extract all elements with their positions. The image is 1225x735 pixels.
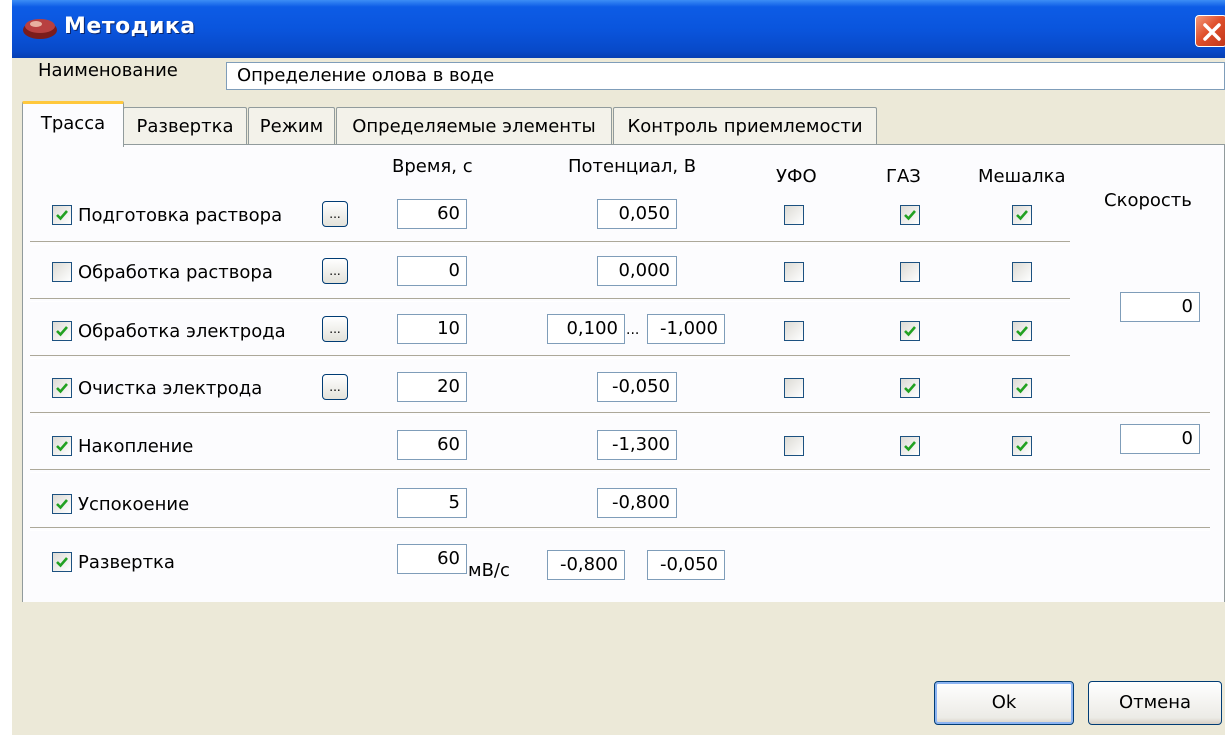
row-enable-checkbox[interactable] <box>52 205 72 225</box>
close-button[interactable] <box>1195 15 1225 47</box>
tab-sweep[interactable]: Развертка <box>123 107 247 145</box>
row-divider <box>30 241 1070 245</box>
potential-field[interactable]: 0,050 <box>597 199 677 229</box>
check-icon <box>56 210 68 221</box>
header-gas: ГАЗ <box>886 166 921 187</box>
potential-to-field[interactable]: -1,000 <box>647 314 725 344</box>
stirrer-checkbox[interactable] <box>1012 436 1032 456</box>
header-time: Время, с <box>392 156 473 177</box>
potential-from-field[interactable]: 0,100 <box>547 314 625 344</box>
row-enable-checkbox[interactable] <box>52 436 72 456</box>
row-label: Подготовка раствора <box>78 205 283 226</box>
gas-checkbox[interactable] <box>900 262 920 282</box>
header-potential: Потенциал, В <box>568 156 697 177</box>
tab-mode[interactable]: Режим <box>248 107 335 145</box>
potential-field[interactable]: 0,000 <box>597 256 677 286</box>
check-icon <box>904 326 916 337</box>
speed-field[interactable]: 0 <box>1120 424 1200 454</box>
time-field[interactable]: 60 <box>397 430 467 460</box>
ufo-checkbox[interactable] <box>784 262 804 282</box>
time-field[interactable]: 10 <box>397 314 467 344</box>
potential-field[interactable]: -1,300 <box>597 430 677 460</box>
methodology-dialog: Методика Наименование Определение олова … <box>12 0 1225 735</box>
time-field[interactable]: 60 <box>397 199 467 229</box>
potential-to-field[interactable]: -0,050 <box>647 550 725 580</box>
check-icon <box>1016 210 1028 221</box>
time-field[interactable]: 5 <box>397 488 467 518</box>
gas-checkbox[interactable] <box>900 321 920 341</box>
row-label: Обработка раствора <box>78 262 273 283</box>
options-button[interactable]: ... <box>322 316 348 342</box>
gas-checkbox[interactable] <box>900 205 920 225</box>
stirrer-checkbox[interactable] <box>1012 262 1032 282</box>
check-icon <box>1016 441 1028 452</box>
row-enable-checkbox[interactable] <box>52 262 72 282</box>
ufo-checkbox[interactable] <box>784 436 804 456</box>
check-icon <box>904 210 916 221</box>
time-field[interactable]: 0 <box>397 256 467 286</box>
header-stirrer: Мешалка <box>978 166 1066 187</box>
header-ufo: УФО <box>776 166 817 187</box>
stirrer-checkbox[interactable] <box>1012 205 1032 225</box>
tab-elements[interactable]: Определяемые элементы <box>336 107 612 145</box>
name-field[interactable]: Определение олова в воде <box>226 62 1225 90</box>
sweep-rate-unit: мВ/с <box>468 560 510 581</box>
row-divider <box>30 298 1070 302</box>
check-icon <box>904 441 916 452</box>
window-title: Методика <box>64 14 196 39</box>
row-enable-checkbox[interactable] <box>52 378 72 398</box>
row-label: Обработка электрода <box>78 321 286 342</box>
check-icon <box>56 326 68 337</box>
ufo-checkbox[interactable] <box>784 321 804 341</box>
sweep-rate-field[interactable]: 60 <box>397 544 467 574</box>
potential-field[interactable]: -0,050 <box>597 372 677 402</box>
check-icon <box>1016 383 1028 394</box>
check-icon <box>56 557 68 568</box>
stirrer-checkbox[interactable] <box>1012 321 1032 341</box>
time-field[interactable]: 20 <box>397 372 467 402</box>
range-separator: ... <box>626 322 640 338</box>
options-button[interactable]: ... <box>322 201 348 227</box>
gas-checkbox[interactable] <box>900 436 920 456</box>
row-divider <box>30 527 1210 531</box>
check-icon <box>56 441 68 452</box>
check-icon <box>904 383 916 394</box>
stirrer-checkbox[interactable] <box>1012 378 1032 398</box>
row-label: Очистка электрода <box>78 378 263 399</box>
cancel-button[interactable]: Отмена <box>1088 681 1222 725</box>
check-icon <box>1016 326 1028 337</box>
title-bar: Методика <box>12 0 1225 58</box>
speed-field[interactable]: 0 <box>1120 292 1200 322</box>
tab-acceptability[interactable]: Контроль приемлемости <box>613 107 877 145</box>
ok-button[interactable]: Ok <box>934 681 1074 725</box>
potential-field[interactable]: -0,800 <box>597 488 677 518</box>
row-label: Развертка <box>78 552 175 573</box>
tab-trace[interactable]: Трасса <box>22 101 124 147</box>
check-icon <box>56 383 68 394</box>
row-label: Успокоение <box>78 494 190 515</box>
ufo-checkbox[interactable] <box>784 205 804 225</box>
ufo-checkbox[interactable] <box>784 378 804 398</box>
row-divider <box>30 355 1070 359</box>
row-divider <box>30 469 1210 473</box>
options-button[interactable]: ... <box>322 374 348 400</box>
check-icon <box>56 499 68 510</box>
row-divider <box>30 412 1210 416</box>
row-enable-checkbox[interactable] <box>52 321 72 341</box>
gas-checkbox[interactable] <box>900 378 920 398</box>
app-icon <box>23 19 57 39</box>
header-speed: Скорость <box>1104 190 1192 211</box>
potential-from-field[interactable]: -0,800 <box>547 550 625 580</box>
options-button[interactable]: ... <box>322 258 348 284</box>
row-enable-checkbox[interactable] <box>52 494 72 514</box>
row-label: Накопление <box>78 436 194 457</box>
name-label: Наименование <box>38 60 178 81</box>
close-icon <box>1203 23 1221 41</box>
row-enable-checkbox[interactable] <box>52 552 72 572</box>
